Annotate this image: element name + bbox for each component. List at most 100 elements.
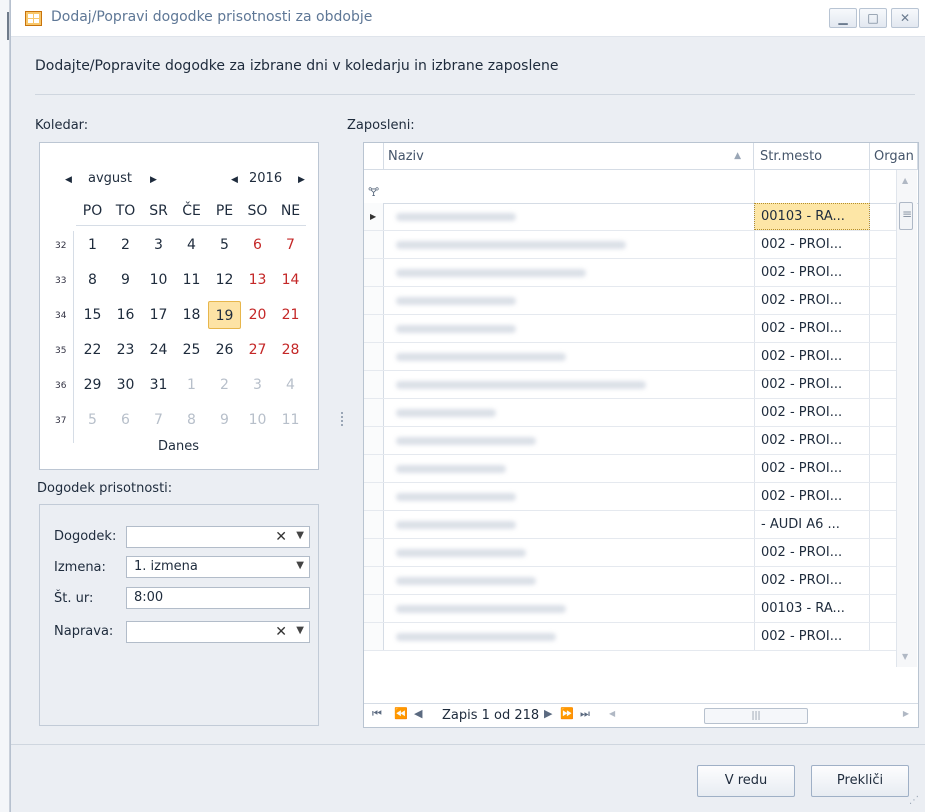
calendar-day[interactable]: 5 bbox=[208, 231, 241, 259]
calendar-day[interactable]: 4 bbox=[274, 371, 307, 399]
table-row[interactable]: 002 - PROI... bbox=[364, 483, 900, 511]
calendar-day[interactable]: 1 bbox=[76, 231, 109, 259]
calendar-day[interactable]: 14 bbox=[274, 266, 307, 294]
clear-icon[interactable]: ✕ bbox=[275, 527, 287, 547]
employee-name-cell[interactable] bbox=[384, 455, 754, 482]
column-header-organ[interactable]: Organ bbox=[870, 143, 918, 170]
employee-name-cell[interactable] bbox=[384, 371, 754, 398]
scroll-right-icon[interactable]: ▶ bbox=[903, 709, 909, 718]
chevron-down-icon[interactable]: ▼ bbox=[296, 526, 304, 546]
calendar-day[interactable]: 2 bbox=[208, 371, 241, 399]
employee-name-cell[interactable] bbox=[384, 287, 754, 314]
prev-year-icon[interactable]: ◀ bbox=[231, 175, 238, 185]
filter-cell-place[interactable] bbox=[754, 170, 870, 203]
calendar-day[interactable]: 17 bbox=[142, 301, 175, 329]
scroll-up-icon[interactable]: ▲ bbox=[902, 176, 908, 185]
calendar-day[interactable]: 12 bbox=[208, 266, 241, 294]
calendar-day[interactable]: 3 bbox=[241, 371, 274, 399]
calendar-day[interactable]: 1 bbox=[175, 371, 208, 399]
calendar-day[interactable]: 18 bbox=[175, 301, 208, 329]
calendar-day[interactable]: 9 bbox=[208, 406, 241, 434]
horizontal-scrollbar[interactable]: ◀ ||| ▶ bbox=[609, 706, 911, 726]
maximize-button[interactable]: □ bbox=[859, 8, 887, 28]
calendar-day[interactable]: 20 bbox=[241, 301, 274, 329]
calendar-day[interactable]: 10 bbox=[142, 266, 175, 294]
calendar-day[interactable]: 31 bbox=[142, 371, 175, 399]
table-row[interactable]: 002 - PROI... bbox=[364, 315, 900, 343]
cancel-button[interactable]: Prekliči bbox=[811, 765, 909, 797]
calendar-day[interactable]: 3 bbox=[142, 231, 175, 259]
calendar-day[interactable]: 25 bbox=[175, 336, 208, 364]
chevron-down-icon[interactable]: ▼ bbox=[296, 556, 304, 576]
next-year-icon[interactable]: ▶ bbox=[298, 175, 305, 185]
calendar-day[interactable]: 7 bbox=[274, 231, 307, 259]
calendar-day[interactable]: 23 bbox=[109, 336, 142, 364]
next-record-icon[interactable]: ▶ bbox=[544, 707, 552, 720]
workplace-cell[interactable]: - AUDI A6 ... bbox=[754, 511, 870, 538]
calendar-day[interactable]: 26 bbox=[208, 336, 241, 364]
shift-dropdown[interactable]: 1. izmena ▼ bbox=[126, 556, 310, 578]
table-row[interactable]: 002 - PROI... bbox=[364, 371, 900, 399]
table-row[interactable]: 002 - PROI... bbox=[364, 539, 900, 567]
workplace-cell[interactable]: 002 - PROI... bbox=[754, 371, 870, 398]
employee-name-cell[interactable] bbox=[384, 399, 754, 426]
calendar-day[interactable]: 16 bbox=[109, 301, 142, 329]
table-row[interactable]: 002 - PROI... bbox=[364, 455, 900, 483]
next-month-icon[interactable]: ▶ bbox=[150, 175, 157, 185]
prev-month-icon[interactable]: ◀ bbox=[65, 175, 72, 185]
calendar-year[interactable]: 2016 bbox=[249, 171, 282, 186]
table-row[interactable]: - AUDI A6 ... bbox=[364, 511, 900, 539]
table-row[interactable]: 002 - PROI... bbox=[364, 567, 900, 595]
workplace-cell[interactable]: 002 - PROI... bbox=[754, 539, 870, 566]
resize-grip-icon[interactable]: ⋰ bbox=[909, 795, 919, 806]
calendar-day[interactable]: 6 bbox=[241, 231, 274, 259]
employee-name-cell[interactable] bbox=[384, 539, 754, 566]
workplace-cell[interactable]: 002 - PROI... bbox=[754, 231, 870, 258]
employee-name-cell[interactable] bbox=[384, 203, 754, 230]
workplace-cell[interactable]: 002 - PROI... bbox=[754, 567, 870, 594]
calendar-day[interactable]: 30 bbox=[109, 371, 142, 399]
calendar-day[interactable]: 8 bbox=[175, 406, 208, 434]
workplace-cell[interactable]: 002 - PROI... bbox=[754, 427, 870, 454]
prev-record-icon[interactable]: ◀ bbox=[414, 707, 422, 720]
calendar-day[interactable]: 22 bbox=[76, 336, 109, 364]
scroll-down-icon[interactable]: ▼ bbox=[902, 652, 908, 661]
calendar-month[interactable]: avgust bbox=[88, 171, 132, 186]
table-row[interactable]: 00103 - RA... bbox=[364, 203, 900, 231]
close-button[interactable]: ✕ bbox=[891, 8, 919, 28]
calendar-day[interactable]: 5 bbox=[76, 406, 109, 434]
employee-name-cell[interactable] bbox=[384, 511, 754, 538]
calendar-day[interactable]: 29 bbox=[76, 371, 109, 399]
workplace-cell[interactable]: 002 - PROI... bbox=[754, 455, 870, 482]
horizontal-scroll-thumb[interactable]: ||| bbox=[704, 708, 808, 724]
column-header-place[interactable]: Str.mesto bbox=[754, 143, 870, 170]
vertical-scrollbar[interactable]: ▲ ▼ bbox=[896, 170, 917, 667]
column-header-name[interactable]: Naziv ▲ bbox=[384, 143, 754, 170]
ok-button[interactable]: V redu bbox=[697, 765, 795, 797]
calendar-day[interactable]: 2 bbox=[109, 231, 142, 259]
table-row[interactable]: 002 - PROI... bbox=[364, 287, 900, 315]
device-dropdown[interactable]: ✕ ▼ bbox=[126, 621, 310, 643]
clear-icon[interactable]: ✕ bbox=[275, 622, 287, 642]
hours-input[interactable]: 8:00 bbox=[126, 587, 310, 609]
calendar-day[interactable]: 10 bbox=[241, 406, 274, 434]
workplace-cell[interactable]: 002 - PROI... bbox=[754, 315, 870, 342]
splitter-handle[interactable] bbox=[339, 410, 345, 430]
calendar-day[interactable]: 4 bbox=[175, 231, 208, 259]
workplace-cell[interactable]: 002 - PROI... bbox=[754, 483, 870, 510]
workplace-cell[interactable]: 002 - PROI... bbox=[754, 623, 870, 650]
calendar-day[interactable]: 9 bbox=[109, 266, 142, 294]
table-row[interactable]: 002 - PROI... bbox=[364, 427, 900, 455]
table-row[interactable]: 00103 - RA... bbox=[364, 595, 900, 623]
calendar-day[interactable]: 28 bbox=[274, 336, 307, 364]
table-row[interactable]: 002 - PROI... bbox=[364, 231, 900, 259]
table-row[interactable]: 002 - PROI... bbox=[364, 343, 900, 371]
minimize-button[interactable]: ▁ bbox=[829, 8, 857, 28]
today-button[interactable]: Danes bbox=[158, 439, 199, 454]
scroll-thumb[interactable] bbox=[899, 202, 913, 230]
workplace-cell[interactable]: 00103 - RA... bbox=[754, 203, 870, 230]
employee-name-cell[interactable] bbox=[384, 427, 754, 454]
employee-name-cell[interactable] bbox=[384, 595, 754, 622]
calendar-day[interactable]: 6 bbox=[109, 406, 142, 434]
table-row[interactable]: 002 - PROI... bbox=[364, 259, 900, 287]
